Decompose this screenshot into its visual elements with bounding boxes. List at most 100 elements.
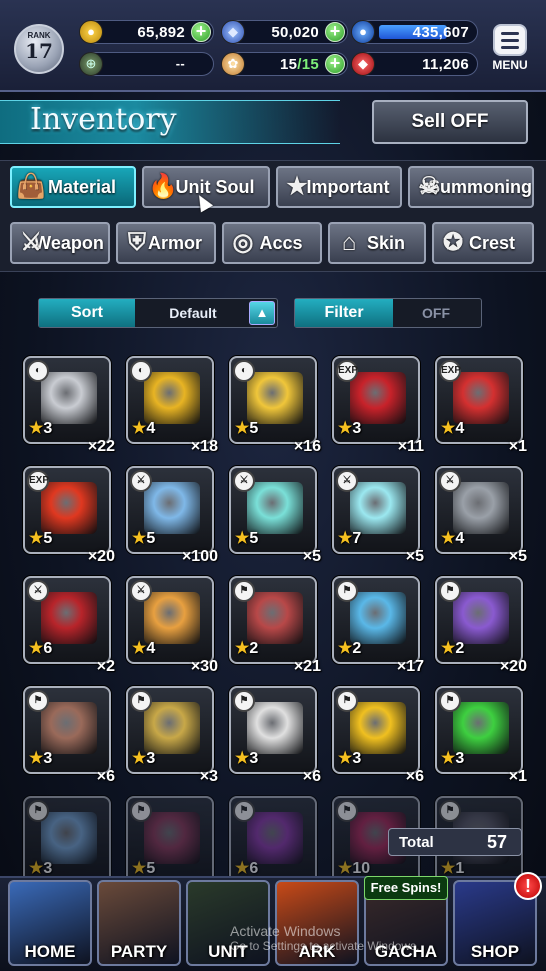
item-type-badge-icon: ⚑ [233,580,255,602]
item-stars: 4 [146,640,156,657]
nav-home-button[interactable]: HOME [8,880,92,966]
tab-label: Important [306,177,390,197]
item-quantity: ×1 [508,768,527,785]
star-icon: ★ [338,420,353,437]
item-type-badge-icon: ⚑ [336,800,358,822]
bag-icon: 👜 [16,173,46,200]
green-potion-icon [453,702,509,754]
inventory-item-amber-flask[interactable]: ⚔ ★4 ×30 [126,576,218,675]
star-icon: ★ [235,530,250,547]
tab-armor[interactable]: ⛨ Armor [116,222,216,264]
inventory-item-blue-potion[interactable]: ⚑ ★2 ×17 [332,576,424,675]
item-stars: 3 [43,750,53,767]
star-icon: ★ [235,640,250,657]
add-gold-button[interactable]: + [191,22,211,42]
item-type-badge-icon: ⚑ [439,580,461,602]
item-stars: 6 [249,860,259,877]
inventory-item-orb[interactable]: ⚑ ★5 [126,796,214,884]
star-icon: ★ [29,640,44,657]
amethyst-icon [453,592,509,644]
inventory-item-silver-ingots[interactable]: ◐ ★3 ×22 [23,356,115,455]
inventory-item-gold-ingots[interactable]: ◐ ★4 ×18 [126,356,218,455]
sort-direction-button[interactable]: ▲ [249,301,275,325]
shop-alert-badge: ! [514,872,542,900]
star-icon: ★ [235,750,250,767]
item-rarity: ★10 [338,858,370,878]
sell-toggle-button[interactable]: Sell OFF [372,100,528,144]
free-spins-badge: Free Spins! [364,876,448,900]
armor-icon: ⛨ [128,229,146,256]
inventory-item-steel-slab[interactable]: ⚔ ★4 ×5 [435,466,527,565]
item-type-badge-icon: ⚑ [336,580,358,602]
star-icon: ★ [132,420,147,437]
inventory-item-prism-star[interactable]: ⚔ ★7 ×5 [332,466,424,565]
inventory-item-spirit-orb[interactable]: ⚔ ★5 ×100 [126,466,218,565]
red-potion-large-icon [453,372,509,424]
inventory-item-gold-pile[interactable]: ◐ ★5 ×16 [229,356,321,455]
star-icon: ★ [132,640,147,657]
item-quantity: ×5 [302,548,321,565]
star-icon: ★ [441,640,456,657]
item-rarity: ★1 [441,858,464,878]
item-quantity: ×20 [87,548,115,565]
inventory-item-golden-apple[interactable]: ⚑ ★3 ×6 [332,686,424,785]
crest-icon: ✪ [442,229,464,256]
star-icon: ★ [132,530,147,547]
inventory-item-crimson-flask[interactable]: EXP ★5 ×20 [23,466,115,565]
nav-label: SHOP [470,942,520,961]
compass-icon: ⊕ [79,52,103,76]
inventory-item-green-potion[interactable]: ⚑ ★3 ×1 [435,686,527,785]
tab-material[interactable]: 👜 Material [10,166,136,208]
star-icon: ★ [29,530,44,547]
inventory-item-red-ore[interactable]: ⚔ ★6 ×2 [23,576,115,675]
tab-accs[interactable]: ◎ Accs [222,222,322,264]
inventory-item-horn[interactable]: ⚑ ★3 ×6 [23,686,115,785]
menu-button[interactable]: MENU [489,24,531,74]
inventory-item-raw-meat[interactable]: ⚑ ★2 ×21 [229,576,321,675]
tab-label: Crest [468,233,516,253]
item-stars: 6 [43,640,53,657]
tab-skin[interactable]: ⌂ Skin [328,222,426,264]
item-type-badge-icon: ◐ [130,360,152,382]
sort-label: Sort [39,299,135,327]
star-icon: ★ [29,420,44,437]
inventory-item-red-potion[interactable]: EXP ★3 ×11 [332,356,424,455]
rank-emblem[interactable]: RANK 17 [14,24,64,74]
inventory-item-rainbow-crystal[interactable]: ⚔ ★5 ×5 [229,466,321,565]
gold-coin-icon: ● [79,20,103,44]
star-icon: ★ [235,860,250,877]
flame-icon: 🔥 [148,173,178,200]
inventory-item-purple-orb[interactable]: ⚑ ★6 [229,796,317,884]
inventory-item-gold-ore[interactable]: ⚑ ★3 ×3 [126,686,218,785]
rank-value: 17 [25,39,53,63]
sort-control[interactable]: Sort Default ▲ [38,298,278,328]
tab-important[interactable]: ★ Important [276,166,402,208]
star-icon: ★ [132,860,147,877]
item-quantity: ×30 [190,658,218,675]
item-type-badge-icon: ⚔ [439,470,461,492]
filter-control[interactable]: Filter OFF [294,298,482,328]
inventory-item-amethyst[interactable]: ⚑ ★2 ×20 [435,576,527,675]
tab-summoning[interactable]: ☠ Summoning [408,166,534,208]
item-stars: 3 [43,420,53,437]
tab-weapon[interactable]: ⚔ Weapon [10,222,110,264]
inventory-item-red-potion-large[interactable]: EXP ★4 ×1 [435,356,527,455]
item-quantity: ×17 [396,658,424,675]
inventory-item-bone[interactable]: ⚑ ★3 [23,796,111,884]
golden-apple-icon [350,702,406,754]
item-type-badge-icon: ⚑ [233,690,255,712]
add-gem-button[interactable]: + [325,22,345,42]
exp-value: 435,607 [412,24,469,41]
nav-party-button[interactable]: PARTY [97,880,181,966]
star-icon: ★ [441,420,456,437]
inventory-item-wrapped-meat[interactable]: ⚑ ★3 ×6 [229,686,321,785]
raw-meat-icon [247,592,303,644]
item-stars: 1 [455,860,465,877]
total-label: Total [399,834,434,851]
tab-crest[interactable]: ✪ Crest [432,222,534,264]
item-stars: 2 [249,640,259,657]
total-counter: Total 57 [388,828,522,856]
ruby-icon: ◆ [351,52,375,76]
add-stamina-button[interactable]: + [325,54,345,74]
status-bar [0,0,546,92]
